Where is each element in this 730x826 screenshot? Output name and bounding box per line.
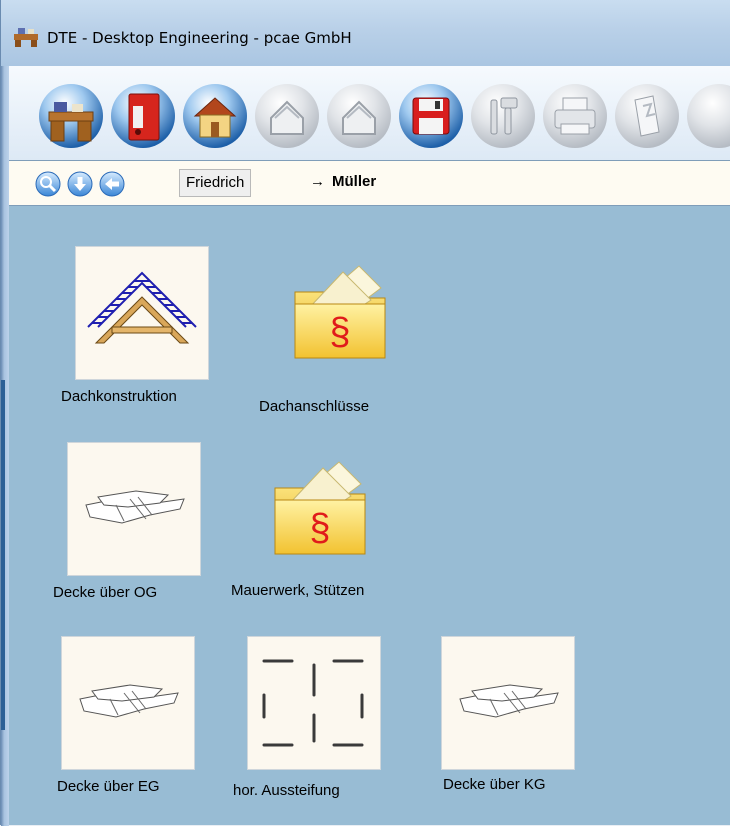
app-window: DTE - Desktop Engineering - pcae GmbH Fr… (0, 0, 730, 826)
more-toolbar-button[interactable] (685, 82, 730, 150)
item-label: Mauerwerk, Stützen (231, 582, 365, 599)
paragraph-folder-icon: § (294, 265, 386, 359)
content-area: Dachkonstruktion § Dachanschlüsse Decke … (9, 206, 730, 825)
item-folder: § (265, 454, 375, 564)
item-decke-ueber-eg[interactable]: Decke über EG (49, 636, 229, 806)
item-label: Decke über EG (57, 778, 160, 795)
arrow-down-icon[interactable] (67, 171, 93, 197)
svg-text:§: § (309, 507, 330, 549)
desk-button[interactable] (37, 82, 105, 150)
item-tile (75, 246, 209, 380)
item-label: Decke über KG (443, 776, 546, 793)
svg-text:§: § (329, 311, 350, 353)
pages-button[interactable] (613, 82, 681, 150)
binder-button[interactable] (109, 82, 177, 150)
item-decke-ueber-kg[interactable]: Decke über KG (419, 636, 599, 806)
house-outline-icon (255, 84, 319, 148)
binder-icon (111, 84, 175, 148)
roof-construction-icon (87, 271, 197, 344)
desk-icon (14, 28, 38, 47)
item-tile (247, 636, 381, 770)
tools-button[interactable] (469, 82, 537, 150)
house-outline-icon (327, 84, 391, 148)
house-outline-button[interactable] (253, 82, 321, 150)
breadcrumb-previous[interactable]: Friedrich (179, 169, 252, 197)
item-dachkonstruktion[interactable]: Dachkonstruktion (9, 206, 249, 406)
item-label: hor. Aussteifung (233, 782, 340, 799)
item-tile (61, 636, 195, 770)
save-button[interactable] (397, 82, 465, 150)
window-title: DTE - Desktop Engineering - pcae GmbH (47, 29, 352, 47)
item-tile (441, 636, 575, 770)
house-icon (183, 84, 247, 148)
paragraph-folder-icon: § (274, 461, 366, 555)
item-label: Dachanschlüsse (259, 398, 370, 415)
item-label: Decke über OG (53, 584, 158, 601)
breadcrumb-separator: → (310, 173, 325, 190)
desk-icon (39, 84, 103, 148)
floppy-disk-icon (399, 84, 463, 148)
arrow-left-icon[interactable] (99, 171, 125, 197)
bracing-icon (262, 659, 364, 747)
house-button[interactable] (181, 82, 249, 150)
tools-icon (471, 84, 535, 148)
print-button[interactable] (541, 82, 609, 150)
item-decke-ueber-og[interactable]: Decke über OG (49, 442, 229, 612)
item-tile (67, 442, 201, 576)
item-label: Dachkonstruktion (61, 388, 177, 405)
window-frame-accent (1, 380, 5, 730)
pages-icon (615, 84, 679, 148)
navigation-bar: Friedrich → Müller (9, 160, 730, 206)
item-folder: § (285, 258, 395, 368)
toolbar (9, 66, 730, 161)
disabled-tool-icon (687, 84, 730, 148)
item-mauerwerk-stuetzen[interactable]: § Mauerwerk, Stützen (229, 442, 429, 612)
item-hor-aussteifung[interactable]: hor. Aussteifung (229, 636, 409, 806)
printer-icon (543, 84, 607, 148)
slab-icon (459, 684, 559, 718)
item-dachanschluesse[interactable]: § Dachanschlüsse (249, 246, 429, 416)
slab-icon (79, 684, 179, 718)
house-outline-button-2[interactable] (325, 82, 393, 150)
slab-icon (85, 490, 185, 524)
title-bar[interactable]: DTE - Desktop Engineering - pcae GmbH (1, 0, 730, 66)
search-icon[interactable] (35, 171, 61, 197)
breadcrumb-current: Müller (332, 173, 377, 190)
